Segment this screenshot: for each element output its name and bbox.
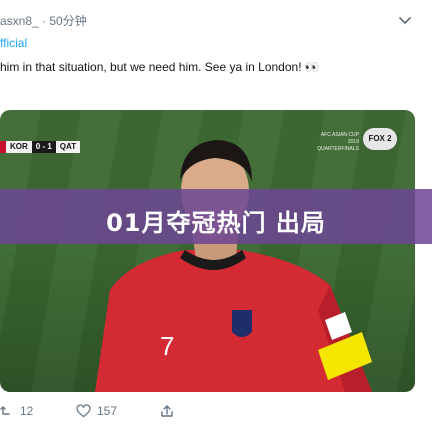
share-button[interactable]	[160, 404, 174, 418]
cup-text: AFC ASIAN CUP 2019 QUARTERFINALS	[317, 132, 359, 152]
retweet-icon	[0, 404, 14, 418]
like-button[interactable]: 157	[76, 404, 117, 418]
scorebug-score: 0 - 1	[31, 141, 56, 153]
fox-logo: FOX 2	[363, 128, 397, 150]
heart-icon	[76, 404, 91, 418]
account-label[interactable]: fficial	[0, 36, 27, 50]
tweet-header: asxn8_ · 50分钟 fficial	[0, 6, 432, 56]
jersey-number: 7	[160, 331, 174, 361]
scorebug-home: KOR	[6, 141, 32, 153]
retweet-button[interactable]: 12	[0, 404, 33, 418]
chevron-down-icon[interactable]	[398, 16, 412, 26]
broadcast-branding: AFC ASIAN CUP 2019 QUARTERFINALS FOX 2	[317, 128, 397, 154]
scorebug-away: QAT	[55, 141, 81, 153]
headline-banner: 01月夺冠热门 出局	[0, 189, 432, 244]
scorebug: KOR 0 - 1 QAT	[0, 141, 81, 153]
tweet-media-image[interactable]: 7 KOR 0 - 1 QAT AFC ASIAN CUP 2019 QUART…	[0, 110, 415, 392]
handle-timestamp[interactable]: asxn8_ · 50分钟	[0, 12, 87, 29]
tweet-actions: 12 157	[0, 402, 432, 428]
banner-text: 01月夺冠热门 出局	[106, 209, 326, 237]
like-count: 157	[97, 404, 118, 418]
retweet-count: 12	[20, 404, 34, 418]
tweet-text: him in that situation, but we need him. …	[0, 60, 320, 74]
share-icon	[160, 404, 174, 418]
